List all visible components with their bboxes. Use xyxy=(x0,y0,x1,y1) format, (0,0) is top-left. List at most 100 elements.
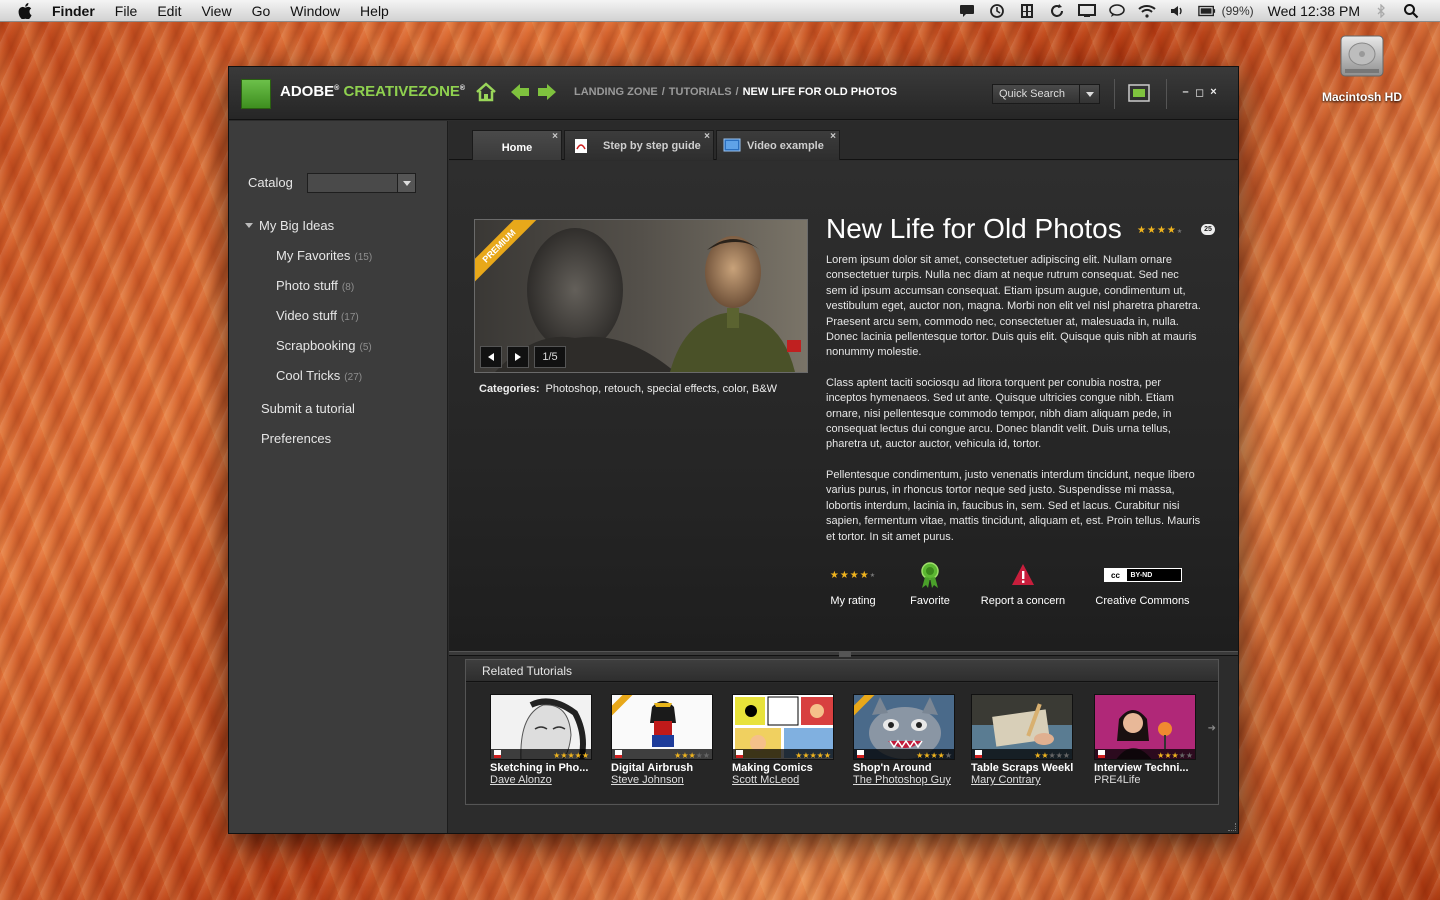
bluetooth-icon[interactable] xyxy=(1372,4,1390,18)
breadcrumb-separator: / xyxy=(735,86,739,98)
slide-prev-button[interactable] xyxy=(480,346,502,368)
related-thumbnail[interactable]: ★★★★★ xyxy=(971,694,1073,760)
related-thumbnail[interactable]: ★★★★★ xyxy=(732,694,834,760)
menu-finder[interactable]: Finder xyxy=(52,0,95,22)
tab-close-icon[interactable]: × xyxy=(830,131,836,142)
macintosh-hd-desktop-icon[interactable]: Macintosh HD xyxy=(1312,30,1412,104)
favorite-ribbon-icon xyxy=(905,561,955,589)
menu-go[interactable]: Go xyxy=(252,0,271,22)
related-thumbnail[interactable]: ★★★★★ xyxy=(1094,694,1196,760)
related-author[interactable]: Steve Johnson xyxy=(611,774,713,786)
splitter-grip-icon[interactable] xyxy=(839,651,851,657)
breadcrumb-separator: / xyxy=(661,86,665,98)
submit-tutorial-link[interactable]: Submit a tutorial xyxy=(261,401,355,416)
clock[interactable]: Wed 12:38 PM xyxy=(1268,3,1360,19)
related-thumbnail[interactable]: ★★★★★ xyxy=(490,694,592,760)
related-tutorial-card[interactable]: ★★★★★ Shop'n Around The Photoshop Guy xyxy=(853,694,955,786)
my-rating-action[interactable]: ★ ★ ★ ★ ★ My rating xyxy=(826,561,880,608)
tree-my-big-ideas[interactable]: My Big Ideas xyxy=(245,218,334,233)
star-icon[interactable]: ★ xyxy=(870,572,876,579)
related-thumbnail[interactable]: ★★★★★ xyxy=(611,694,713,760)
pdf-icon xyxy=(736,750,743,758)
related-title[interactable]: Digital Airbrush xyxy=(611,762,713,774)
creative-commons-label: Creative Commons xyxy=(1095,595,1190,607)
sidebar-item-label: Scrapbooking xyxy=(276,338,356,353)
battery-icon[interactable] xyxy=(1197,4,1216,18)
sidebar-item-cool-tricks[interactable]: Cool Tricks (27) xyxy=(276,368,362,383)
report-concern-action[interactable]: Report a concern xyxy=(979,561,1067,607)
tab-label: Step by step guide xyxy=(603,139,701,152)
related-tutorial-card[interactable]: ★★★★★ Sketching in Pho... Dave Alonzo xyxy=(490,694,592,786)
display-icon[interactable] xyxy=(1077,4,1096,18)
favorite-action[interactable]: Favorite xyxy=(905,561,955,607)
related-title[interactable]: Shop'n Around xyxy=(853,762,955,774)
chat-icon[interactable] xyxy=(958,4,976,18)
minimize-button[interactable]: – xyxy=(1181,86,1190,99)
photo-carousel[interactable]: PREMIUM 1/5 xyxy=(474,219,808,373)
menu-view[interactable]: View xyxy=(201,0,231,22)
menu-file[interactable]: File xyxy=(115,0,138,22)
quick-search-dropdown[interactable]: Quick Search xyxy=(992,84,1100,104)
time-machine-icon[interactable] xyxy=(988,4,1006,18)
review-count-badge[interactable]: 25 xyxy=(1201,224,1215,235)
resize-grip-icon[interactable] xyxy=(1228,823,1236,831)
tab-home[interactable]: Home × xyxy=(472,130,562,160)
related-tutorial-card[interactable]: ★★★★★ Digital Airbrush Steve Johnson xyxy=(611,694,713,786)
slide-next-button[interactable] xyxy=(507,346,529,368)
preferences-link[interactable]: Preferences xyxy=(261,431,331,446)
sidebar-item-label: Photo stuff xyxy=(276,278,338,293)
breadcrumb-landing-zone[interactable]: LANDING ZONE xyxy=(574,86,658,98)
related-title[interactable]: Making Comics xyxy=(732,762,834,774)
spaces-icon[interactable] xyxy=(1018,4,1036,18)
related-author[interactable]: Dave Alonzo xyxy=(490,774,592,786)
related-author[interactable]: Mary Contrary xyxy=(971,774,1073,786)
related-tutorial-card[interactable]: ★★★★★ Interview Techni... PRE4Life xyxy=(1094,694,1196,786)
tab-bar: Home × Step by step guide × Video exampl… xyxy=(449,121,1238,160)
related-author[interactable]: Scott McLeod xyxy=(732,774,834,786)
volume-icon[interactable] xyxy=(1168,4,1186,18)
apple-menu-icon[interactable] xyxy=(18,0,38,22)
creative-commons-action[interactable]: cc BY-ND Creative Commons xyxy=(1094,561,1191,607)
pdf-icon xyxy=(494,750,501,758)
breadcrumb-tutorials[interactable]: TUTORIALS xyxy=(669,86,732,98)
sync-icon[interactable] xyxy=(1048,4,1066,18)
star-icon[interactable]: ★ xyxy=(860,570,870,581)
ichat-status-icon[interactable] xyxy=(1108,4,1126,18)
pdf-icon xyxy=(573,138,589,154)
related-tutorial-card[interactable]: ★★★★★ Making Comics Scott McLeod xyxy=(732,694,834,786)
tab-video-example[interactable]: Video example × xyxy=(716,130,840,160)
panel-splitter[interactable] xyxy=(449,651,1238,657)
related-title[interactable]: Interview Techni... xyxy=(1094,762,1196,774)
related-title[interactable]: Table Scraps Weekly xyxy=(971,762,1073,774)
sidebar-item-scrapbooking[interactable]: Scrapbooking (5) xyxy=(276,338,372,353)
related-thumbnail[interactable]: ★★★★★ xyxy=(853,694,955,760)
disclosure-triangle-icon[interactable] xyxy=(245,223,253,228)
fullscreen-icon[interactable] xyxy=(1128,84,1150,102)
related-title[interactable]: Sketching in Pho... xyxy=(490,762,592,774)
star-icon[interactable]: ★ xyxy=(840,570,850,581)
menu-window[interactable]: Window xyxy=(290,0,340,22)
star-icon[interactable]: ★ xyxy=(830,570,840,581)
tutorial-rating-stars: ★★★★★ xyxy=(1137,225,1183,236)
sidebar-item-photo-stuff[interactable]: Photo stuff (8) xyxy=(276,278,354,293)
related-tutorial-card[interactable]: ★★★★★ Table Scraps Weekly Mary Contrary xyxy=(971,694,1073,786)
spotlight-icon[interactable] xyxy=(1402,4,1420,19)
tab-close-icon[interactable]: × xyxy=(552,131,558,142)
scroll-right-arrow-icon[interactable]: ➜ xyxy=(1208,723,1216,734)
related-author[interactable]: The Photoshop Guy xyxy=(853,774,955,786)
tab-close-icon[interactable]: × xyxy=(704,131,710,142)
sidebar-item-video-stuff[interactable]: Video stuff (17) xyxy=(276,308,359,323)
forward-arrow-icon[interactable] xyxy=(537,83,557,101)
menu-edit[interactable]: Edit xyxy=(157,0,181,22)
catalog-select[interactable] xyxy=(307,173,416,193)
star-icon[interactable]: ★ xyxy=(850,570,860,581)
tab-step-by-step-guide[interactable]: Step by step guide × xyxy=(564,130,714,160)
close-button[interactable]: × xyxy=(1209,86,1218,99)
wifi-icon[interactable] xyxy=(1137,4,1156,18)
sidebar-item-my-favorites[interactable]: My Favorites (15) xyxy=(276,248,372,263)
menu-help[interactable]: Help xyxy=(360,0,389,22)
maximize-button[interactable]: ◻ xyxy=(1195,86,1204,99)
home-icon[interactable] xyxy=(475,81,497,103)
my-rating-stars[interactable]: ★ ★ ★ ★ ★ xyxy=(826,561,880,589)
back-arrow-icon[interactable] xyxy=(510,83,530,101)
